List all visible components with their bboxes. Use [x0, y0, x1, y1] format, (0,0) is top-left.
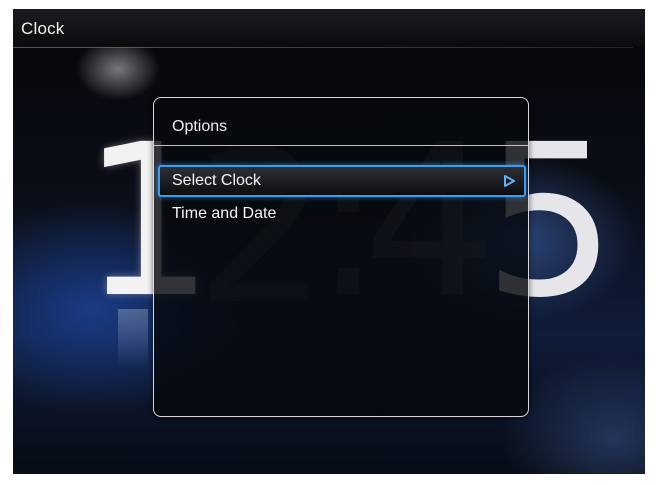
options-dialog: Options Select Clock Time and Date — [153, 97, 529, 417]
dialog-title: Options — [172, 118, 228, 135]
digit-reflection — [118, 309, 148, 369]
menu-item-label: Select Clock — [172, 172, 261, 189]
menu-item-select-clock[interactable]: Select Clock — [158, 165, 526, 197]
dialog-divider — [154, 145, 528, 146]
clock-screen: Clock 1 2 : 4 5 Options Select Clock Tim… — [13, 9, 645, 474]
menu-item-time-and-date[interactable]: Time and Date — [158, 202, 524, 232]
play-arrow-icon — [504, 175, 515, 187]
menu-item-label: Time and Date — [172, 205, 277, 222]
